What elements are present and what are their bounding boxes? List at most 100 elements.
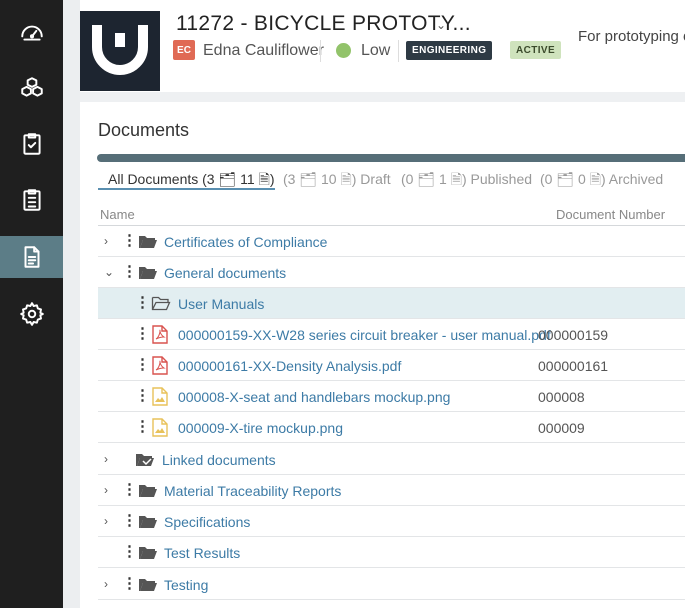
kebab-menu-icon[interactable]: ⋮ [135, 388, 150, 403]
folder-label[interactable]: Test Results [164, 545, 240, 561]
kebab-menu-icon[interactable]: ⋮ [135, 419, 150, 434]
folder-icon: 🗂 [417, 171, 436, 187]
document-icon [24, 246, 39, 268]
priority-label[interactable]: Low [361, 42, 390, 60]
owner-name[interactable]: Edna Cauliflower [203, 42, 324, 60]
folder-icon: 🗂 [299, 171, 318, 187]
project-description: For prototyping of [578, 28, 685, 45]
document-row[interactable]: ⋮ 000000161-XX-Density Analysis.pdf 0000… [98, 350, 685, 381]
priority-dot-icon [336, 43, 351, 58]
sidebar-item-documents[interactable] [0, 236, 63, 278]
project-title[interactable]: 11272 - BICYCLE PROTOTY... [176, 12, 471, 36]
documents-panel: Documents All Documents (3 🗂 11 🗎) (3 🗂 … [80, 102, 685, 608]
folder-label[interactable]: Specifications [164, 514, 250, 530]
sidebar-item-dashboard[interactable] [0, 11, 63, 53]
document-link[interactable]: 000008-X-seat and handlebars mockup.png [178, 389, 450, 405]
sidebar-item-tasks[interactable] [0, 123, 63, 165]
dashboard-icon [20, 25, 43, 41]
cubes-icon [20, 77, 43, 97]
sidebar-item-settings[interactable] [0, 293, 63, 335]
progress-bar [97, 154, 685, 162]
document-link[interactable]: 000009-X-tire mockup.png [178, 420, 343, 436]
column-header-name[interactable]: Name [100, 207, 135, 222]
file-icon: 🗎 [450, 171, 462, 187]
folder-icon: 🗂 [556, 171, 575, 187]
kebab-menu-icon[interactable]: ⋮ [122, 576, 137, 591]
folder-row[interactable]: ⋮ Test Results [98, 537, 685, 568]
subfolder-row[interactable]: ⋮ User Manuals [98, 288, 685, 319]
sidebar-item-lists[interactable] [0, 179, 63, 221]
pdf-file-icon [152, 356, 168, 375]
divider [320, 40, 321, 62]
chevron-right-icon[interactable]: › [104, 483, 108, 497]
folder-row[interactable]: › ⋮ Certificates of Compliance [98, 226, 685, 257]
folder-open-icon [139, 579, 157, 591]
document-number: 000009 [538, 420, 585, 436]
kebab-menu-icon[interactable]: ⋮ [122, 264, 137, 279]
linked-folder-icon [136, 454, 154, 466]
tab-draft[interactable]: (3 🗂 10 🗎) Draft [283, 169, 391, 193]
pdf-file-icon [152, 325, 168, 344]
kebab-menu-icon[interactable]: ⋮ [135, 326, 150, 341]
document-number: 000000159 [538, 327, 609, 343]
document-link[interactable]: 000000161-XX-Density Analysis.pdf [178, 358, 401, 374]
sidebar [0, 0, 63, 608]
folder-open-icon [139, 485, 157, 497]
folder-open-icon [139, 267, 157, 279]
folder-label[interactable]: User Manuals [178, 296, 264, 312]
kebab-menu-icon[interactable]: ⋮ [135, 357, 150, 372]
panel-title: Documents [98, 120, 190, 140]
divider [398, 40, 399, 62]
kebab-menu-icon[interactable]: ⋮ [122, 482, 137, 497]
clipboard-check-icon [22, 133, 41, 155]
document-link[interactable]: 000000159-XX-W28 series circuit breaker … [178, 327, 551, 343]
tab-published[interactable]: (0 🗂 1 🗎) Published [401, 169, 532, 193]
folder-open-icon [139, 236, 157, 248]
document-row[interactable]: ⋮ 000009-X-tire mockup.png 000009 [98, 412, 685, 443]
folder-row[interactable]: › ⋮ Specifications [98, 506, 685, 537]
chevron-down-icon[interactable]: ⌄ [436, 18, 446, 32]
tab-archived[interactable]: (0 🗂 0 🗎) Archived [540, 169, 663, 193]
kebab-menu-icon[interactable]: ⋮ [122, 233, 137, 248]
status-badge: ACTIVE [510, 41, 562, 59]
chevron-right-icon[interactable]: › [104, 234, 108, 248]
chevron-right-icon[interactable]: › [104, 452, 108, 466]
sidebar-gap [63, 0, 80, 608]
column-header-number[interactable]: Document Number [556, 207, 665, 222]
folder-open-outline-icon [151, 296, 171, 311]
document-row[interactable]: ⋮ 000000159-XX-W28 series circuit breake… [98, 319, 685, 350]
chevron-right-icon[interactable]: › [104, 577, 108, 591]
project-header: 11272 - BICYCLE PROTOTY... ⌄ EC Edna Cau… [80, 0, 685, 92]
document-number: 000008 [538, 389, 585, 405]
sidebar-item-products[interactable] [0, 67, 63, 109]
folder-open-icon [139, 547, 157, 559]
project-logo [80, 11, 160, 91]
file-icon: 🗎 [340, 171, 352, 187]
folder-icon: 🗂 [218, 171, 237, 187]
folder-row[interactable]: › Linked documents [98, 444, 685, 475]
kebab-menu-icon[interactable]: ⋮ [122, 544, 137, 559]
document-row[interactable]: ⋮ 000008-X-seat and handlebars mockup.pn… [98, 381, 685, 412]
gear-icon [19, 302, 44, 326]
folder-label[interactable]: Certificates of Compliance [164, 234, 327, 250]
clipboard-list-icon [22, 189, 41, 211]
folder-label[interactable]: General documents [164, 265, 286, 281]
department-badge: ENGINEERING [406, 41, 493, 60]
folder-label[interactable]: Testing [164, 577, 208, 593]
active-tab-indicator [98, 188, 275, 190]
folder-label[interactable]: Material Traceability Reports [164, 483, 341, 499]
kebab-menu-icon[interactable]: ⋮ [122, 513, 137, 528]
image-file-icon [152, 418, 168, 437]
chevron-down-icon[interactable]: ⌄ [104, 265, 114, 279]
avatar: EC [173, 40, 195, 60]
kebab-menu-icon[interactable]: ⋮ [135, 295, 150, 310]
file-icon: 🗎 [258, 171, 270, 187]
folder-row[interactable]: › ⋮ Material Traceability Reports [98, 475, 685, 506]
folder-row[interactable]: › ⋮ Testing [98, 569, 685, 600]
folder-label[interactable]: Linked documents [162, 452, 276, 468]
chevron-right-icon[interactable]: › [104, 514, 108, 528]
folder-row[interactable]: ⌄ ⋮ General documents [98, 257, 685, 288]
image-file-icon [152, 387, 168, 406]
folder-open-icon [139, 516, 157, 528]
document-number: 000000161 [538, 358, 609, 374]
